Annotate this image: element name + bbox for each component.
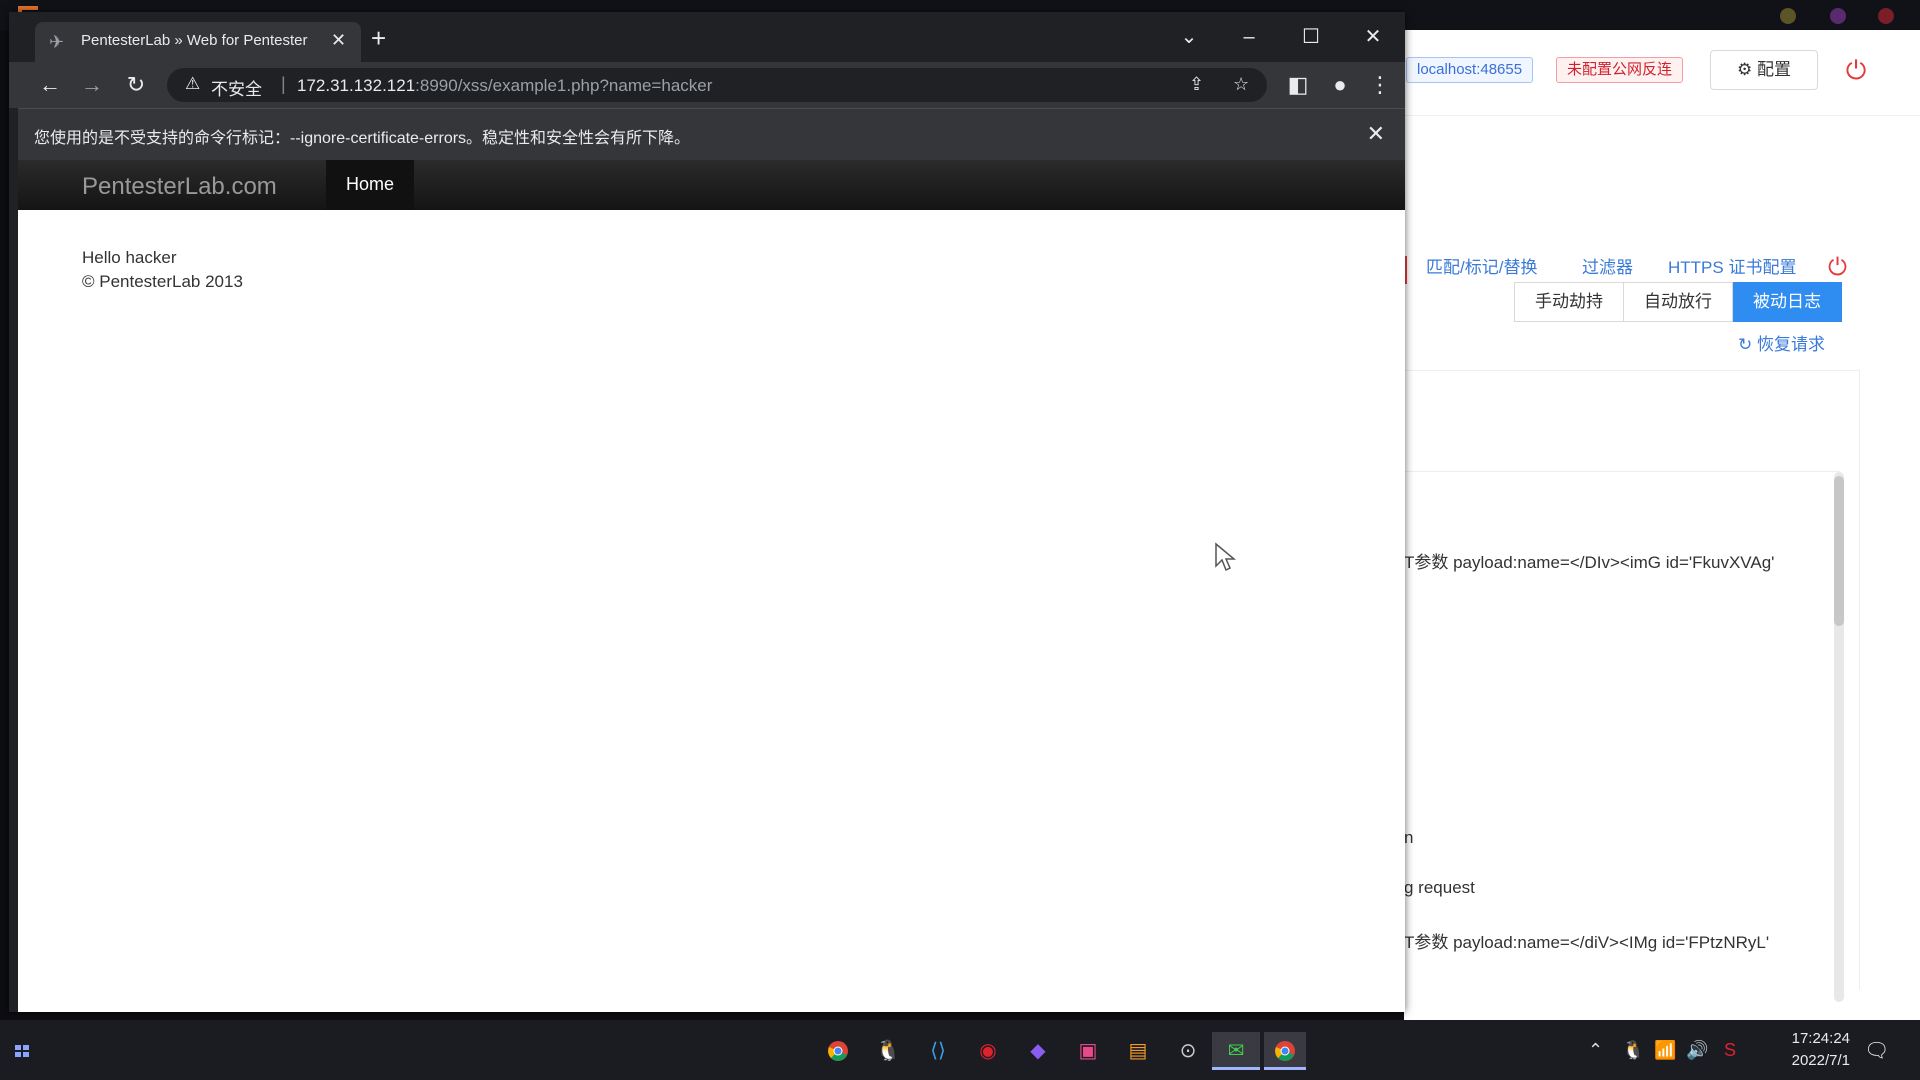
passive-log-button[interactable]: 被动日志 — [1733, 282, 1842, 322]
power-icon[interactable]: ⏻ — [1840, 54, 1872, 86]
address-bar[interactable]: ⚠ 不安全 | 172.31.132.121:8990/xss/example1… — [167, 68, 1267, 102]
vscode-icon[interactable]: ⟨⟩ — [918, 1032, 958, 1070]
refresh-icon: ↻ — [1738, 335, 1753, 354]
site-navbar: PentesterLab.com Home — [18, 160, 1405, 210]
config-label: 配置 — [1756, 60, 1791, 79]
network-icon[interactable]: 📶 — [1654, 1040, 1676, 1061]
window-dot-icon — [1780, 8, 1796, 24]
gear-icon: ⚙ — [1737, 60, 1753, 79]
qq-icon[interactable]: 🐧 — [868, 1032, 908, 1070]
url-separator: | — [281, 74, 286, 94]
localhost-tag[interactable]: localhost:48655 — [1406, 57, 1534, 83]
clock-time: 17:24:24 — [1791, 1030, 1850, 1047]
log-scrollbar-thumb[interactable] — [1834, 476, 1844, 626]
page-content: Hello hacker © PentesterLab 2013 — [82, 246, 243, 294]
wechat-icon[interactable]: ✉ — [1212, 1032, 1260, 1070]
system-clock[interactable]: 17:24:24 2022/7/1 — [1760, 1028, 1850, 1072]
netease-music-icon[interactable]: ◉ — [968, 1032, 1008, 1070]
qq-tray-icon[interactable]: 🐧 — [1622, 1040, 1644, 1061]
warning-icon: ⚠ — [185, 74, 201, 93]
forward-button[interactable]: → — [77, 70, 107, 100]
window-dot-icon — [1878, 8, 1894, 24]
manual-hijack-button[interactable]: 手动劫持 — [1514, 282, 1624, 322]
tab-title: PentesterLab » Web for Pentester — [81, 32, 308, 49]
share-icon[interactable]: ⇪ — [1189, 74, 1204, 95]
infobar-message: 您使用的是不受支持的命令行标记：--ignore-certificate-err… — [34, 130, 691, 147]
menu-kebab-icon[interactable]: ⋮ — [1365, 70, 1395, 100]
tab-search-chevron-icon[interactable]: ⌄ — [1169, 22, 1209, 52]
restore-label: 恢复请求 — [1756, 335, 1825, 354]
browser-tab[interactable]: ✈ PentesterLab » Web for Pentester ✕ — [35, 22, 361, 62]
site-brand[interactable]: PentesterLab.com — [82, 173, 277, 201]
bookmark-star-icon[interactable]: ☆ — [1233, 74, 1249, 95]
input-method-icon[interactable]: S — [1724, 1040, 1736, 1061]
pentesterlab-favicon-icon: ✈ — [49, 32, 65, 52]
maximize-button[interactable]: ☐ — [1291, 22, 1331, 52]
sublime-icon[interactable]: ▤ — [1118, 1032, 1158, 1070]
profile-icon[interactable]: ● — [1325, 70, 1355, 100]
close-infobar-icon[interactable]: ✕ — [1367, 121, 1385, 147]
app-header: localhost:48655 未配置公网反连 ⚙ 配置 ⏻ — [1404, 30, 1920, 116]
restore-request-button[interactable]: ↻ 恢复请求 — [1738, 330, 1825, 355]
log-line: T参数 payload:name=</diV><IMg id='FPtzNRyL… — [1404, 933, 1770, 952]
chrome-window: ✈ PentesterLab » Web for Pentester ✕ + ⌄… — [9, 12, 1405, 1012]
warning-infobar: 您使用的是不受支持的命令行标记：--ignore-certificate-err… — [18, 108, 1405, 160]
web-page: PentesterLab.com Home Hello hacker © Pen… — [18, 160, 1405, 1012]
power-icon[interactable]: ⏻ — [1828, 254, 1847, 282]
chrome-icon[interactable] — [1264, 1032, 1306, 1070]
notification-icon[interactable]: 🗨 — [1864, 1038, 1889, 1063]
close-tab-icon[interactable]: ✕ — [331, 30, 346, 51]
obsidian-icon[interactable]: ◆ — [1018, 1032, 1058, 1070]
tray-chevron-up-icon[interactable]: ⌃ — [1588, 1040, 1603, 1061]
steam-icon[interactable]: ⊙ — [1168, 1032, 1208, 1070]
config-button[interactable]: ⚙ 配置 — [1710, 50, 1818, 90]
window-dot-icon — [1830, 8, 1846, 24]
url-host: 172.31.132.121 — [297, 76, 416, 95]
tab-strip: ✈ PentesterLab » Web for Pentester ✕ + ⌄… — [9, 12, 1405, 62]
mouse-cursor-icon — [1215, 542, 1237, 572]
divider — [1404, 471, 1840, 472]
footer-text: © PentesterLab 2013 — [82, 272, 243, 291]
url-text[interactable]: 172.31.132.121:8990/xss/example1.php?nam… — [297, 76, 712, 96]
start-menu-icon[interactable] — [14, 1042, 32, 1060]
taskbar: 🐧 ⟨⟩ ◉ ◆ ▣ ▤ ⊙ ✉ ⌃ 🐧 📶 🔊 S 17:24:24 2022… — [0, 1020, 1920, 1080]
clock-date: 2022/7/1 — [1791, 1052, 1850, 1069]
log-line: n — [1404, 828, 1414, 847]
background-app-window: localhost:48655 未配置公网反连 ⚙ 配置 ⏻ 匹配/标记/替换 … — [1404, 30, 1920, 1020]
jetbrains-icon[interactable]: ▣ — [1068, 1032, 1108, 1070]
auto-release-button[interactable]: 自动放行 — [1624, 282, 1733, 322]
back-button[interactable]: ← — [35, 70, 65, 100]
browser-toolbar: ← → ↻ ⚠ 不安全 | 172.31.132.121:8990/xss/ex… — [9, 62, 1405, 108]
new-tab-button[interactable]: + — [371, 25, 386, 51]
reload-button[interactable]: ↻ — [121, 70, 151, 100]
url-path: :8990/xss/example1.php?name=hacker — [415, 76, 713, 95]
minimize-button[interactable]: – — [1229, 22, 1269, 52]
chrome-icon[interactable] — [818, 1032, 858, 1070]
greeting-text: Hello hacker — [82, 248, 177, 267]
log-line: g request — [1404, 878, 1475, 897]
side-panel-icon[interactable]: ◧ — [1283, 70, 1313, 100]
mode-switch: 手动劫持 自动放行 被动日志 — [1514, 282, 1842, 322]
log-line: T参数 payload:name=</DIv><imG id='FkuvXVAg… — [1404, 553, 1775, 572]
close-window-button[interactable]: ✕ — [1353, 22, 1393, 52]
security-label[interactable]: 不安全 — [211, 75, 262, 100]
reverse-connection-tag[interactable]: 未配置公网反连 — [1556, 57, 1684, 83]
volume-icon[interactable]: 🔊 — [1686, 1040, 1708, 1061]
nav-home-link[interactable]: Home — [326, 160, 414, 210]
